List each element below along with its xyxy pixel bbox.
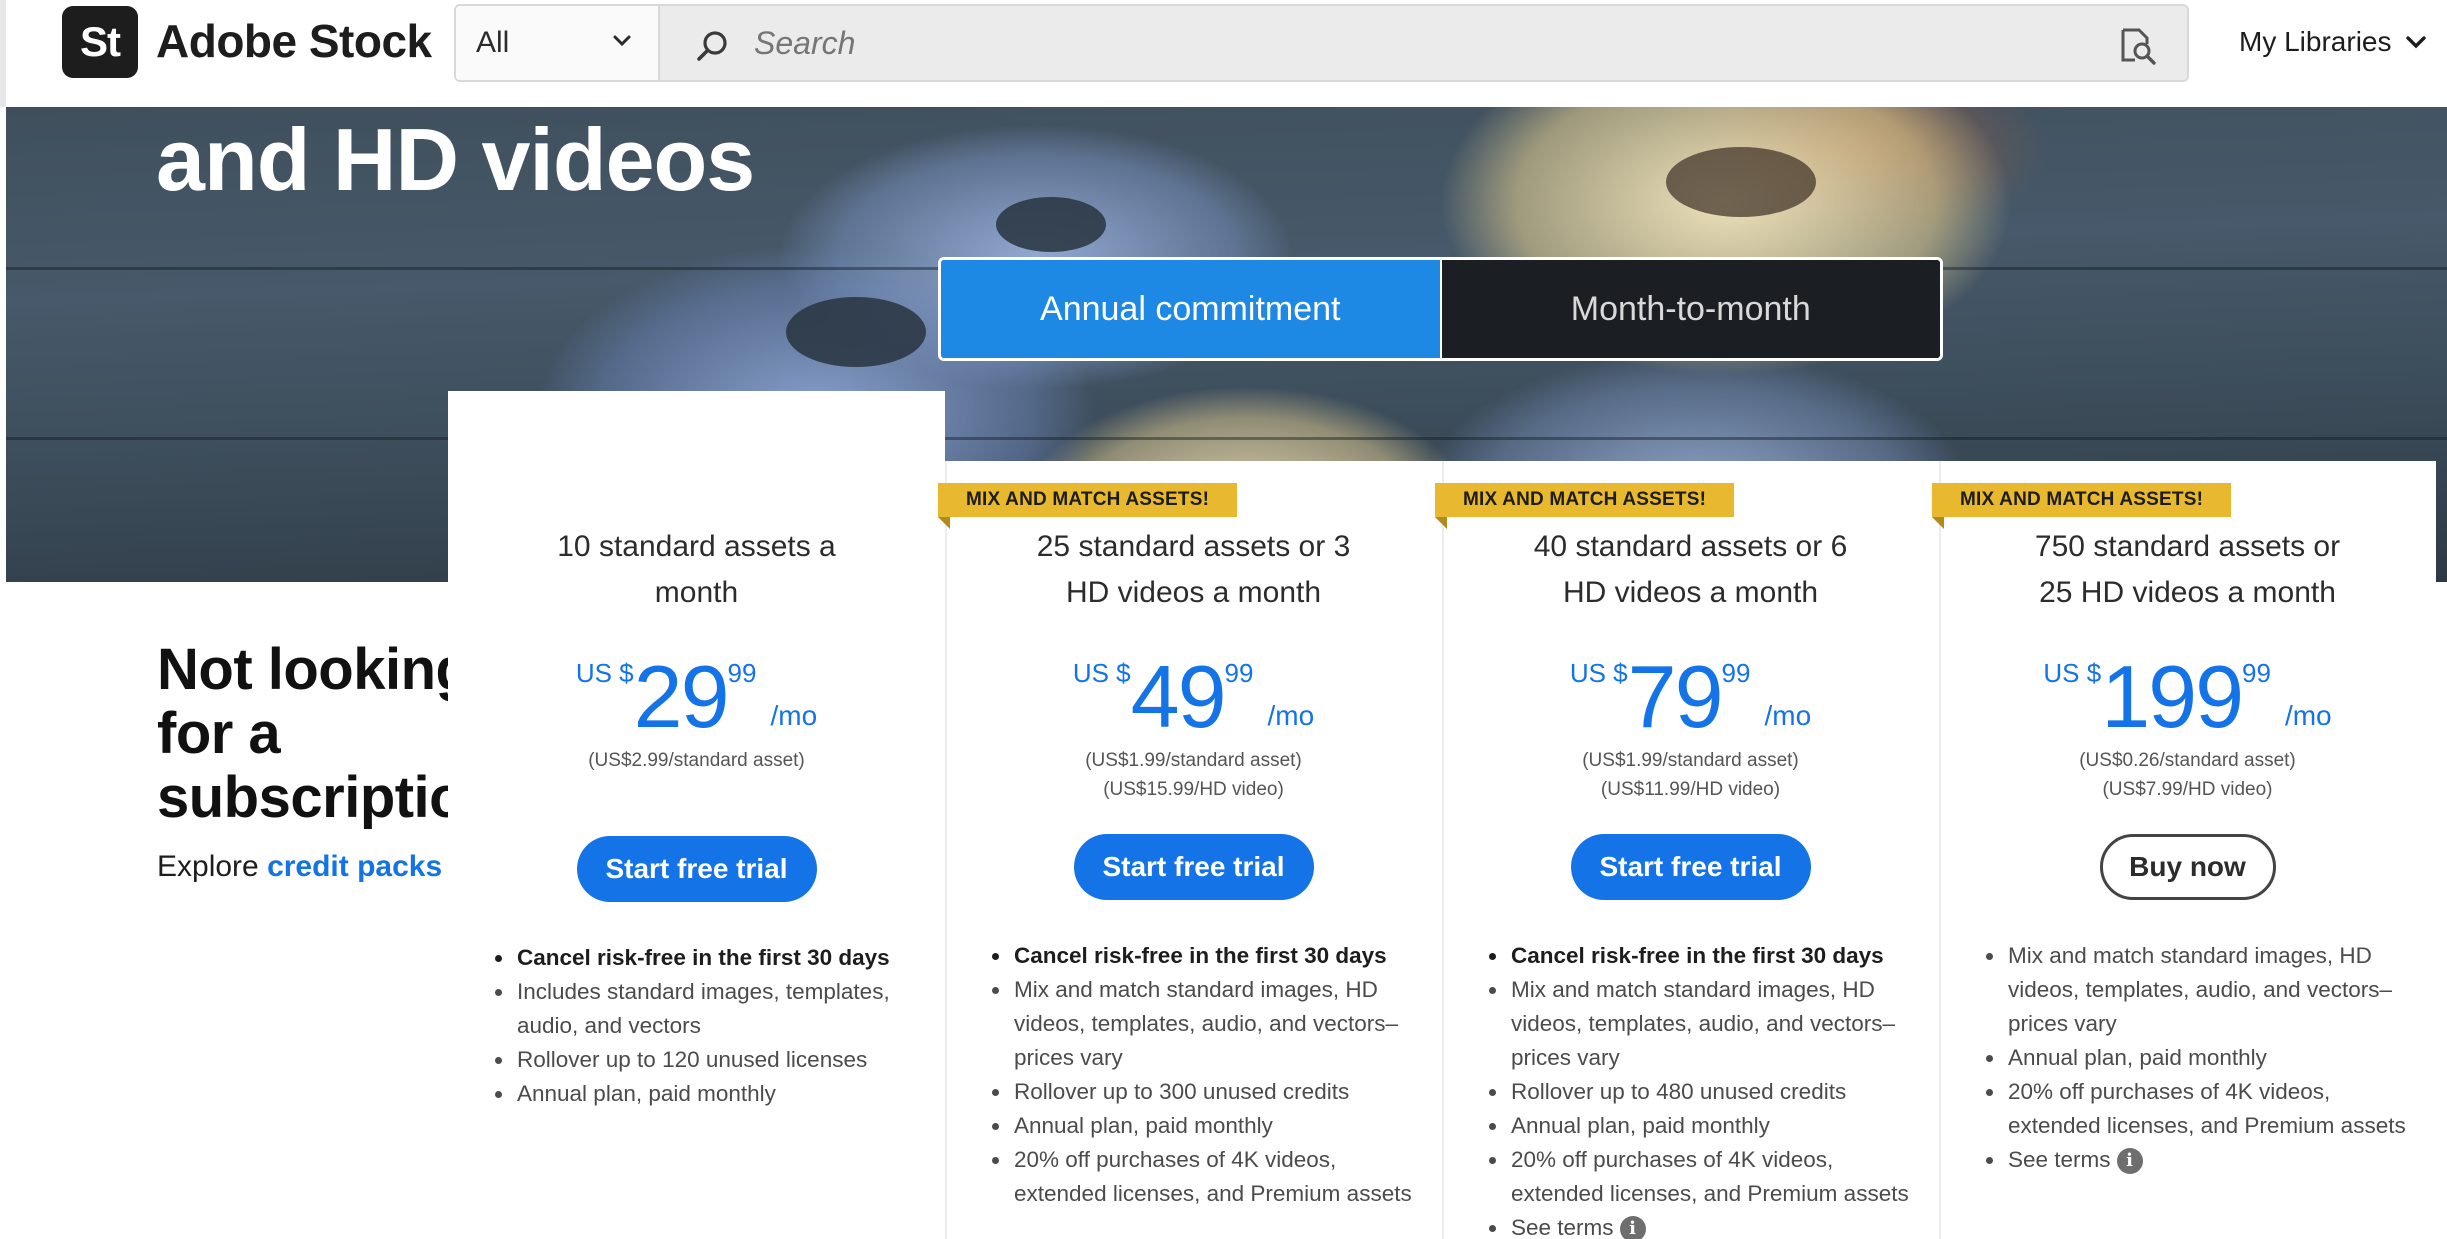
search-input[interactable] <box>754 6 2054 80</box>
feature-item: Cancel risk-free in the first 30 days <box>493 941 923 975</box>
price-period: /mo <box>1764 700 1812 731</box>
magnifier-icon <box>697 31 727 61</box>
price-period: /mo <box>2284 700 2332 731</box>
feature-item: Mix and match standard images, HD videos… <box>990 973 1420 1075</box>
asset-type-value: All <box>476 26 510 59</box>
feature-item: Annual plan, paid monthly <box>990 1109 1420 1143</box>
background-plank-line <box>6 437 2447 440</box>
unit-price: (US$1.99/standard asset) <box>1085 750 1302 771</box>
plan-title: 40 standard assets or 6 HD videos a mont… <box>1533 530 1848 609</box>
unit-price: (US$1.99/standard asset) <box>1582 750 1799 771</box>
feature-item: Rollover up to 480 unused credits <box>1487 1075 1917 1109</box>
feature-item: 20% off purchases of 4K videos, extended… <box>1984 1075 2414 1143</box>
brand-name[interactable]: Adobe Stock <box>156 14 432 68</box>
price-main: 79 <box>1627 647 1724 746</box>
see-terms-item[interactable]: See terms i <box>1487 1211 1917 1239</box>
chevron-down-icon <box>613 35 631 47</box>
hero-title: and HD videos <box>156 110 755 209</box>
plan-price: US $7999/mo <box>1442 646 1939 748</box>
feature-item: Mix and match standard images, HD videos… <box>1984 939 2414 1041</box>
price-period: /mo <box>770 700 818 731</box>
plan-card-40: 40 standard assets or 6 HD videos a mont… <box>1442 461 1939 1239</box>
plan-card-25: 25 standard assets or 3 HD videos a mont… <box>945 461 1442 1239</box>
unit-price: (US$11.99/HD video) <box>1600 779 1781 800</box>
mix-match-badge: MIX AND MATCH ASSETS! <box>938 483 1238 529</box>
my-libraries-menu[interactable]: My Libraries <box>2239 26 2427 58</box>
start-free-trial-button[interactable]: Start free trial <box>1570 834 1811 900</box>
feature-item: Cancel risk-free in the first 30 days <box>990 939 1420 973</box>
price-currency: US $ <box>1072 658 1131 688</box>
price-cents: 99 <box>1224 658 1254 688</box>
asset-type-dropdown[interactable]: All <box>456 6 660 80</box>
unit-price: (US$0.26/standard asset) <box>2079 750 2296 771</box>
search-field <box>660 6 2187 80</box>
plan-title: 10 standard assets a month <box>557 530 836 609</box>
donut-hole <box>1666 147 1816 217</box>
promo-prefix: Explore <box>157 850 268 883</box>
plan-card-10: 10 standard assets a month US $2999/mo (… <box>448 391 945 1239</box>
top-header: St Adobe Stock All My Libraries <box>0 0 2447 107</box>
annual-commitment-tab[interactable]: Annual commitment <box>941 260 1440 358</box>
plan-price: US $19999/mo <box>1939 646 2436 748</box>
feature-item: Includes standard images, templates, aud… <box>493 975 923 1043</box>
feature-item: Annual plan, paid monthly <box>1487 1109 1917 1143</box>
feature-item: Annual plan, paid monthly <box>493 1077 923 1111</box>
chevron-down-icon <box>2406 36 2427 49</box>
unit-price: (US$15.99/HD video) <box>1103 779 1284 800</box>
see-terms-link[interactable]: See terms <box>2008 1147 2111 1172</box>
plan-price: US $2999/mo <box>448 646 945 748</box>
price-main: 29 <box>633 647 730 746</box>
billing-toggle: Annual commitment Month-to-month <box>938 257 1943 361</box>
start-free-trial-button[interactable]: Start free trial <box>1073 834 1314 900</box>
my-libraries-label: My Libraries <box>2239 26 2392 57</box>
feature-list: Cancel risk-free in the first 30 days Mi… <box>1487 939 1917 1239</box>
price-cents: 99 <box>2242 658 2271 688</box>
feature-item: 20% off purchases of 4K videos, extended… <box>1487 1143 1917 1211</box>
feature-item: Rollover up to 300 unused credits <box>990 1075 1420 1109</box>
plan-price: US $4999/mo <box>945 646 1442 748</box>
feature-list: Cancel risk-free in the first 30 days Mi… <box>990 939 1420 1211</box>
plan-card-750: 750 standard assets or 25 HD videos a mo… <box>1939 461 2436 1239</box>
feature-list: Cancel risk-free in the first 30 days In… <box>493 941 923 1111</box>
feature-list: Mix and match standard images, HD videos… <box>1984 939 2414 1177</box>
feature-item: Rollover up to 120 unused licenses <box>493 1043 923 1077</box>
see-terms-item[interactable]: See terms i <box>1984 1143 2414 1177</box>
buy-now-button[interactable]: Buy now <box>2099 834 2276 900</box>
plan-title: 750 standard assets or 25 HD videos a mo… <box>2034 530 2341 609</box>
price-cents: 99 <box>727 658 757 688</box>
price-main: 199 <box>2101 647 2244 746</box>
price-currency: US $ <box>2043 658 2102 688</box>
mix-match-badge: MIX AND MATCH ASSETS! <box>1435 483 1735 529</box>
donut-hole <box>786 297 926 367</box>
donut-hole <box>996 197 1106 252</box>
price-period: /mo <box>1267 700 1315 731</box>
mix-match-badge: MIX AND MATCH ASSETS! <box>1932 483 2232 529</box>
see-terms-link[interactable]: See terms <box>1511 1215 1614 1239</box>
price-currency: US $ <box>575 658 634 688</box>
unit-price: (US$2.99/standard asset) <box>588 750 805 771</box>
feature-item: Mix and match standard images, HD videos… <box>1487 973 1917 1075</box>
info-icon[interactable]: i <box>2116 1148 2143 1175</box>
feature-item: Annual plan, paid monthly <box>1984 1041 2414 1075</box>
unit-price: (US$7.99/HD video) <box>2102 779 2273 800</box>
month-to-month-tab[interactable]: Month-to-month <box>1439 260 1940 358</box>
adobe-stock-logo-icon[interactable]: St <box>62 6 138 78</box>
price-cents: 99 <box>1721 658 1751 688</box>
feature-item: 20% off purchases of 4K videos, extended… <box>990 1143 1420 1211</box>
info-icon[interactable]: i <box>1619 1216 1646 1239</box>
search-bar: All <box>454 4 2189 82</box>
start-free-trial-button[interactable]: Start free trial <box>576 836 817 902</box>
feature-item: Cancel risk-free in the first 30 days <box>1487 939 1917 973</box>
visual-search-icon[interactable] <box>2117 26 2157 66</box>
plan-title: 25 standard assets or 3 HD videos a mont… <box>1036 530 1351 609</box>
price-main: 49 <box>1130 647 1227 746</box>
credit-packs-link[interactable]: credit packs › <box>267 850 460 883</box>
price-currency: US $ <box>1569 658 1628 688</box>
